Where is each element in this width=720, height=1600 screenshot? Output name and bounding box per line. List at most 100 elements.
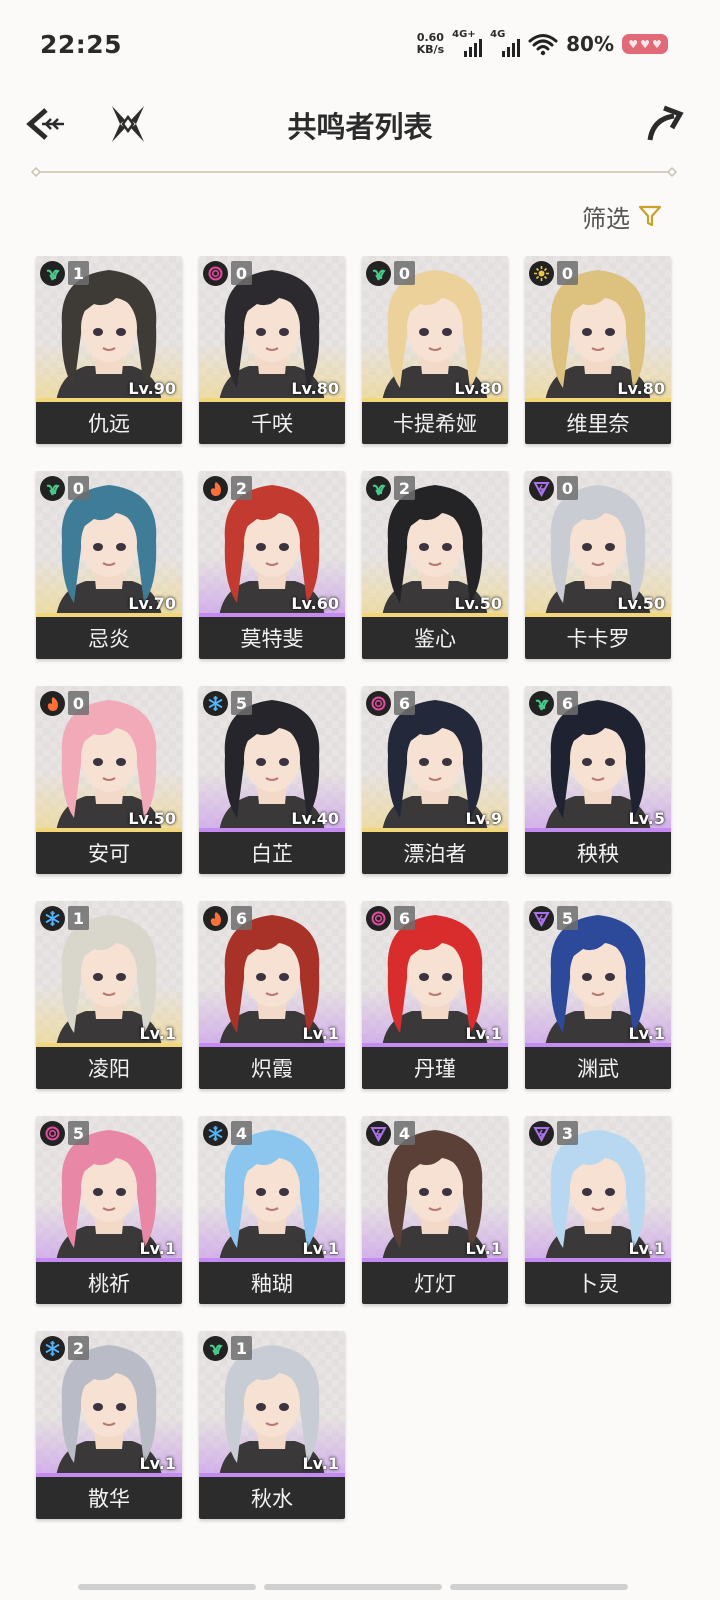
- resonator-card[interactable]: 4 Lv.1 灯灯: [362, 1116, 508, 1304]
- cellular-signal-icon: 4G+: [452, 29, 483, 57]
- resonator-name: 卡提希娅: [362, 402, 508, 444]
- resonator-card[interactable]: 3 Lv.1 卜灵: [525, 1116, 671, 1304]
- resonator-card[interactable]: 4 Lv.1 釉瑚: [199, 1116, 345, 1304]
- resonator-name: 卜灵: [525, 1262, 671, 1304]
- resonator-card[interactable]: 2 Lv.1 散华: [36, 1331, 182, 1519]
- resonator-level: Lv.70: [128, 594, 176, 613]
- spectro-element-icon: [529, 261, 554, 286]
- resonator-card[interactable]: 0 Lv.70 忌炎: [36, 471, 182, 659]
- resonator-name: 安可: [36, 832, 182, 874]
- resonator-level: Lv.1: [465, 1024, 502, 1043]
- resonator-card[interactable]: 6 Lv.5 秧秧: [525, 686, 671, 874]
- glacio-element-icon: [203, 1121, 228, 1146]
- resonator-card[interactable]: 6 Lv.9 漂泊者: [362, 686, 508, 874]
- network-speed: 0.60 KB/s: [417, 32, 444, 56]
- resonator-name: 釉瑚: [199, 1262, 345, 1304]
- resonator-card[interactable]: 5 Lv.1 桃祈: [36, 1116, 182, 1304]
- sequence-badge: 0: [231, 261, 252, 285]
- resonator-card[interactable]: 0 Lv.50 安可: [36, 686, 182, 874]
- resonator-level: Lv.60: [291, 594, 339, 613]
- resonator-name: 秧秧: [525, 832, 671, 874]
- resonator-card[interactable]: 5 Lv.40 白芷: [199, 686, 345, 874]
- resonator-card[interactable]: 0 Lv.50 卡卡罗: [525, 471, 671, 659]
- resonator-card[interactable]: 0 Lv.80 维里奈: [525, 256, 671, 444]
- battery-icon: ♥ ♥ ♥: [622, 34, 668, 54]
- filter-label: 筛选: [582, 204, 630, 233]
- havoc-element-icon: [366, 691, 391, 716]
- share-button[interactable]: [644, 104, 684, 144]
- resonator-level: Lv.80: [617, 379, 665, 398]
- havoc-element-icon: [366, 906, 391, 931]
- aero-element-icon: [366, 261, 391, 286]
- resonator-level: Lv.1: [628, 1239, 665, 1258]
- resonator-level: Lv.80: [454, 379, 502, 398]
- filter-button[interactable]: 筛选: [582, 196, 662, 236]
- resonator-card[interactable]: 1 Lv.1 秋水: [199, 1331, 345, 1519]
- resonator-card[interactable]: 6 Lv.1 丹瑾: [362, 901, 508, 1089]
- resonator-card[interactable]: 1 Lv.1 凌阳: [36, 901, 182, 1089]
- resonator-name: 漂泊者: [362, 832, 508, 874]
- resonator-name: 桃祈: [36, 1262, 182, 1304]
- resonator-card[interactable]: 5 Lv.1 渊武: [525, 901, 671, 1089]
- sequence-badge: 5: [68, 1121, 89, 1145]
- sequence-badge: 6: [394, 906, 415, 930]
- resonator-name: 鉴心: [362, 617, 508, 659]
- resonator-card[interactable]: 0 Lv.80 千咲: [199, 256, 345, 444]
- sequence-badge: 6: [394, 691, 415, 715]
- resonator-level: Lv.1: [628, 1024, 665, 1043]
- fusion-element-icon: [203, 906, 228, 931]
- sequence-badge: 5: [557, 906, 578, 930]
- sequence-badge: 4: [231, 1121, 252, 1145]
- sequence-badge: 1: [68, 261, 89, 285]
- status-indicators: 0.60 KB/s 4G+ 4G 80% ♥ ♥ ♥: [417, 29, 668, 57]
- cellular-signal-icon-2: 4G: [490, 29, 521, 57]
- resonator-name: 凌阳: [36, 1047, 182, 1089]
- resonator-card[interactable]: 1 Lv.90 仇远: [36, 256, 182, 444]
- resonator-level: Lv.5: [628, 809, 665, 828]
- sequence-badge: 4: [394, 1121, 415, 1145]
- resonator-level: Lv.9: [465, 809, 502, 828]
- sequence-badge: 3: [557, 1121, 578, 1145]
- resonator-card[interactable]: 0 Lv.80 卡提希娅: [362, 256, 508, 444]
- resonator-card[interactable]: 2 Lv.60 莫特斐: [199, 471, 345, 659]
- resonator-level: Lv.1: [465, 1239, 502, 1258]
- sequence-badge: 0: [394, 261, 415, 285]
- electro-element-icon: [529, 1121, 554, 1146]
- resonator-name: 渊武: [525, 1047, 671, 1089]
- resonator-level: Lv.50: [454, 594, 502, 613]
- sequence-badge: 0: [557, 261, 578, 285]
- resonator-name: 炽霞: [199, 1047, 345, 1089]
- filter-icon: [638, 205, 662, 227]
- sequence-badge: 6: [557, 691, 578, 715]
- fusion-element-icon: [40, 691, 65, 716]
- sequence-badge: 0: [68, 691, 89, 715]
- aero-element-icon: [529, 691, 554, 716]
- header-divider: [30, 166, 678, 178]
- page-title: 共鸣者列表: [287, 110, 433, 144]
- sequence-badge: 2: [68, 1336, 89, 1360]
- resonator-level: Lv.50: [128, 809, 176, 828]
- app-header: 共鸣者列表: [0, 92, 720, 158]
- resonator-level: Lv.40: [291, 809, 339, 828]
- resonator-name: 卡卡罗: [525, 617, 671, 659]
- resonator-name: 忌炎: [36, 617, 182, 659]
- fusion-element-icon: [203, 476, 228, 501]
- wifi-icon: [528, 34, 558, 56]
- resonator-level: Lv.1: [302, 1024, 339, 1043]
- electro-element-icon: [529, 906, 554, 931]
- resonator-name: 白芷: [199, 832, 345, 874]
- glacio-element-icon: [203, 691, 228, 716]
- resonator-card[interactable]: 6 Lv.1 炽霞: [199, 901, 345, 1089]
- aero-element-icon: [203, 1336, 228, 1361]
- resonator-level: Lv.90: [128, 379, 176, 398]
- resonator-name: 丹瑾: [362, 1047, 508, 1089]
- status-time: 22:25: [40, 29, 123, 59]
- glacio-element-icon: [40, 906, 65, 931]
- resonator-name: 仇远: [36, 402, 182, 444]
- resonator-name: 秋水: [199, 1477, 345, 1519]
- resonator-name: 千咲: [199, 402, 345, 444]
- resonator-name: 莫特斐: [199, 617, 345, 659]
- sequence-badge: 1: [68, 906, 89, 930]
- resonator-card[interactable]: 2 Lv.50 鉴心: [362, 471, 508, 659]
- electro-element-icon: [366, 1121, 391, 1146]
